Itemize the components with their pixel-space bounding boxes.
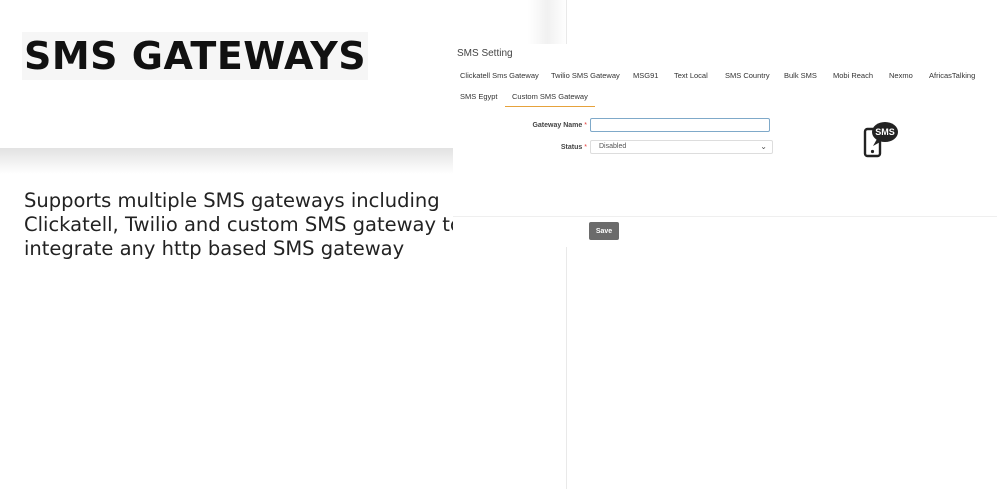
background-stripe <box>528 0 567 44</box>
status-label: Status * <box>477 144 587 151</box>
tab-sms-egypt[interactable]: SMS Egypt <box>460 92 498 101</box>
save-button[interactable]: Save <box>589 222 619 240</box>
gateway-name-label-text: Gateway Name <box>532 122 583 129</box>
tab-mobi-reach[interactable]: Mobi Reach <box>833 71 873 80</box>
tab-msg91[interactable]: MSG91 <box>633 71 658 80</box>
tab-africastalking[interactable]: AfricasTalking <box>929 71 975 80</box>
hero-description: Supports multiple SMS gateways including… <box>24 189 462 260</box>
required-mark: * <box>584 122 587 129</box>
section-shadow <box>0 148 470 174</box>
gateway-name-label: Gateway Name * <box>477 122 587 129</box>
required-mark: * <box>584 144 587 151</box>
status-selected-value: Disabled <box>599 143 627 150</box>
tab-twilio[interactable]: Twilio SMS Gateway <box>551 71 620 80</box>
sms-icon-text: SMS <box>875 127 895 137</box>
gateway-name-input[interactable] <box>590 118 770 132</box>
tab-custom-sms-gateway[interactable]: Custom SMS Gateway <box>505 92 595 107</box>
tab-text-local[interactable]: Text Local <box>674 71 708 80</box>
sms-phone-icon: SMS <box>863 122 898 158</box>
tab-nexmo[interactable]: Nexmo <box>889 71 913 80</box>
status-select[interactable]: Disabled ⌄ <box>590 140 773 154</box>
form-divider <box>453 216 997 217</box>
hero-title: SMS GATEWAYS <box>22 32 369 80</box>
tab-sms-country[interactable]: SMS Country <box>725 71 770 80</box>
panel-title: SMS Setting <box>457 48 513 59</box>
chevron-down-icon: ⌄ <box>760 142 767 151</box>
tab-clickatell[interactable]: Clickatell Sms Gateway <box>460 71 539 80</box>
status-label-text: Status <box>560 144 583 151</box>
tab-bulk-sms[interactable]: Bulk SMS <box>784 71 817 80</box>
